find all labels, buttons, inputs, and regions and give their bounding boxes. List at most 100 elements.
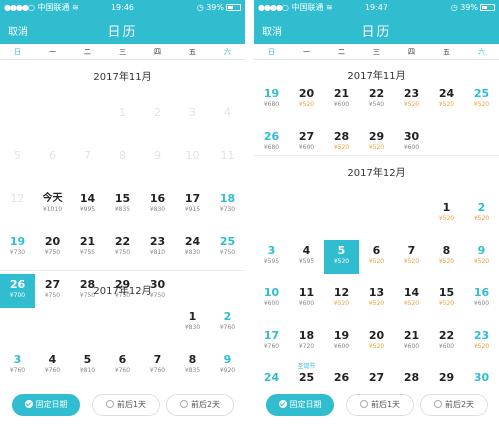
calendar-day[interactable]: 7 ¥520 [394,240,429,274]
day-number: 21 [403,328,420,342]
calendar-day[interactable]: 23 ¥520 [464,325,499,359]
calendar-day[interactable]: 4 ¥760 [35,349,70,383]
calendar-day[interactable]: 16 ¥830 [140,188,175,222]
calendar-day[interactable]: 9 ¥520 [464,240,499,274]
weekday-label: 日 [14,48,21,56]
day-number: 15 [438,286,455,299]
day-number: 1 [442,201,451,214]
calendar-day[interactable]: 3 ¥595 [254,240,289,274]
day-number: 14 [79,192,96,205]
calendar-day[interactable]: 14 ¥520 [394,282,429,316]
calendar-day[interactable]: 12 ¥520 [324,282,359,316]
date-option-1-button[interactable]: 固定日期 [266,394,334,416]
calendar-day-selected[interactable]: 5 ¥520 [324,239,359,274]
calendar-day[interactable]: 5 ¥810 [70,349,105,383]
calendar-day[interactable]: 1 ¥520 [429,197,464,231]
day-number: 5 [337,243,346,257]
calendar-day[interactable]: 19 ¥600 [324,325,359,359]
calendar-day[interactable]: 22 ¥540 [359,83,394,117]
calendar-day[interactable]: 15 ¥835 [105,188,140,222]
calendar-day[interactable]: 15 ¥520 [429,282,464,316]
cancel-button[interactable]: 取消 [262,23,282,38]
day-number: 2 [477,201,486,214]
day-number: 1 [119,106,126,119]
calendar-day[interactable]: 19 ¥680 [254,83,289,117]
day-price: ¥520 [333,143,350,151]
cancel-button[interactable]: 取消 [8,23,28,38]
calendar-day[interactable]: 8 ¥520 [429,240,464,274]
calendar-day[interactable]: 1 ¥830 [175,306,210,340]
day-price: ¥520 [403,101,420,108]
day-price: ¥600 [298,300,315,307]
nav-bar: 取消 日历 [254,16,499,44]
weekday-label: 三 [373,48,380,56]
date-option-3-button[interactable]: 前后2天 [166,394,234,416]
weekday-label: 三 [119,48,126,56]
day-price: ¥830 [184,324,201,331]
calendar-day[interactable]: 23 ¥810 [140,231,175,265]
date-option-3-button[interactable]: 前后2天 [420,394,488,416]
day-price: ¥1010 [42,206,63,213]
calendar-day[interactable]: 14 ¥995 [70,188,105,222]
battery-percent: 39% [460,3,478,12]
calendar-day[interactable]: 10 ¥600 [254,282,289,316]
calendar-day[interactable]: 20 ¥520 [359,325,394,359]
calendar-day[interactable]: 13 ¥520 [359,282,394,316]
calendar-day[interactable]: 23 ¥520 [394,83,429,117]
calendar-day[interactable]: 21 ¥600 [324,83,359,117]
calendar-day[interactable]: 3 ¥760 [0,349,35,383]
day-price: ¥835 [114,206,131,213]
calendar-day[interactable]: 17 ¥915 [175,188,210,222]
option-label: 前后1天 [116,400,147,409]
day-number: 25 [473,87,490,100]
calendar-day[interactable]: 11 ¥600 [289,282,324,316]
calendar-day[interactable]: 21 ¥755 [70,231,105,265]
calendar-day[interactable]: 22 ¥600 [429,325,464,359]
day-price: ¥760 [219,324,236,331]
calendar-day[interactable]: 17 ¥760 [254,325,289,359]
day-price: ¥915 [184,206,201,213]
calendar-day[interactable]: 21 ¥600 [394,325,429,359]
day-number: 8 [119,149,126,162]
nav-bar: 取消 日历 [0,16,245,44]
calendar-day[interactable]: 7 ¥760 [140,349,175,383]
calendar-day[interactable]: 25 ¥520 [464,83,499,117]
day-number: 22 [368,87,385,100]
battery-percent: 39% [206,3,224,12]
day-number: 12 [333,286,350,299]
day-number: 18 [298,328,315,342]
calendar-day[interactable]: 24¥520 [429,83,464,117]
date-option-2-button[interactable]: 前后1天 [346,394,414,416]
calendar-day[interactable]: 2 ¥760 [210,306,245,340]
date-option-2-button[interactable]: 前后1天 [92,394,160,416]
calendar-day[interactable]: 22 ¥750 [105,231,140,265]
phone-screen-right: ●●●●○ 中国联通 ≋ 19:47 ◷ 39% 取消 日历日 一 二 三 四 五 六 2017年11… [254,0,499,442]
day-number: 5 [14,149,21,162]
calendar-day[interactable]: 19 ¥730 [0,231,35,265]
day-price: ¥600 [333,342,350,350]
day-price: ¥995 [79,206,96,213]
day-number: 20 [298,87,315,100]
calendar-day[interactable]: 9 ¥920 [210,349,245,383]
calendar-day[interactable]: 6 ¥760 [105,349,140,383]
calendar-day[interactable]: 4 ¥595 [289,240,324,274]
weekday-header: 日一二三四五六 [254,44,499,60]
day-price: ¥520 [438,101,455,108]
calendar-day[interactable]: 24 ¥830 [175,231,210,265]
radio-circle-icon [105,400,114,408]
calendar-day[interactable]: 20 ¥750 [35,231,70,265]
calendar-day[interactable]: 6 ¥520 [359,240,394,274]
calendar-day[interactable]: 16 ¥600 [464,282,499,316]
calendar-day[interactable]: 2 ¥520 [464,197,499,231]
calendar-day[interactable]: 18 ¥720 [289,325,324,359]
calendar-day[interactable]: 今天 ¥1010 [35,188,70,222]
calendar-day[interactable]: 20 ¥520 [289,83,324,117]
day-number: 4 [224,106,231,119]
weekday-label: 日 [268,48,275,56]
calendar-day[interactable]: 25 ¥750 [210,231,245,265]
calendar-day[interactable]: 8 ¥835 [175,349,210,383]
calendar-day[interactable]: 18 ¥730 [210,188,245,222]
day-number: 3 [267,243,276,257]
date-option-1-button[interactable]: 固定日期 [12,394,80,416]
alarm-icon: ◷ [196,3,207,12]
